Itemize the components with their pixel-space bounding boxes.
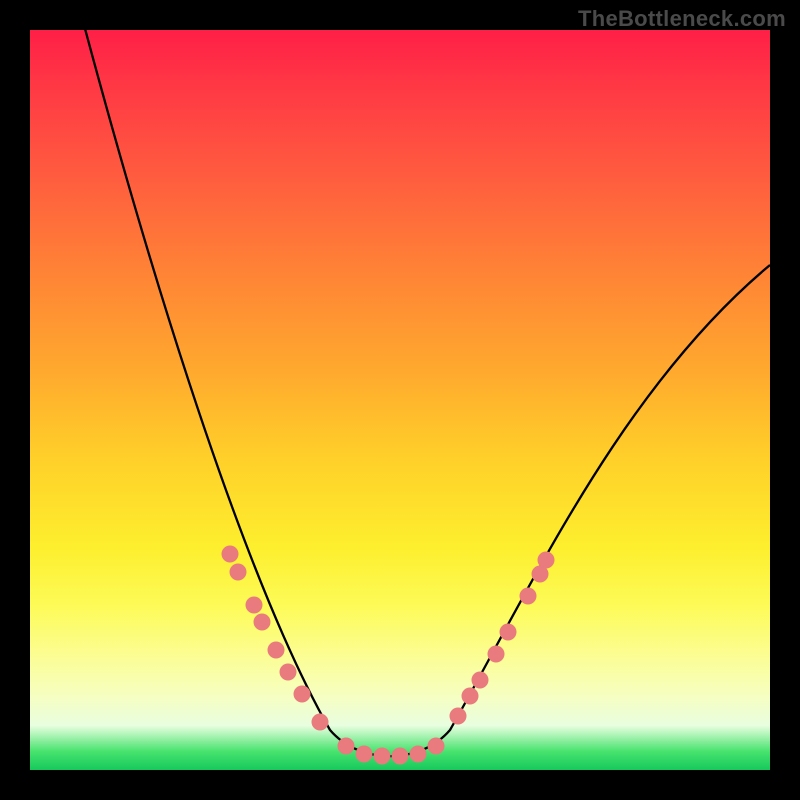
data-marker	[538, 552, 555, 569]
data-marker	[520, 588, 537, 605]
data-marker	[254, 614, 271, 631]
data-marker	[374, 748, 391, 765]
plot-area	[30, 30, 770, 770]
data-marker	[280, 664, 297, 681]
data-marker	[450, 708, 467, 725]
data-marker	[268, 642, 285, 659]
data-marker	[222, 546, 239, 563]
marker-layer	[30, 30, 770, 770]
watermark-text: TheBottleneck.com	[578, 6, 786, 32]
data-marker	[428, 738, 445, 755]
data-marker	[392, 748, 409, 765]
data-marker	[230, 564, 247, 581]
chart-frame: TheBottleneck.com	[0, 0, 800, 800]
data-marker	[294, 686, 311, 703]
data-marker	[356, 746, 373, 763]
marker-group	[222, 546, 555, 765]
data-marker	[462, 688, 479, 705]
data-marker	[488, 646, 505, 663]
data-marker	[338, 738, 355, 755]
data-marker	[500, 624, 517, 641]
data-marker	[246, 597, 263, 614]
data-marker	[312, 714, 329, 731]
data-marker	[410, 746, 427, 763]
data-marker	[472, 672, 489, 689]
